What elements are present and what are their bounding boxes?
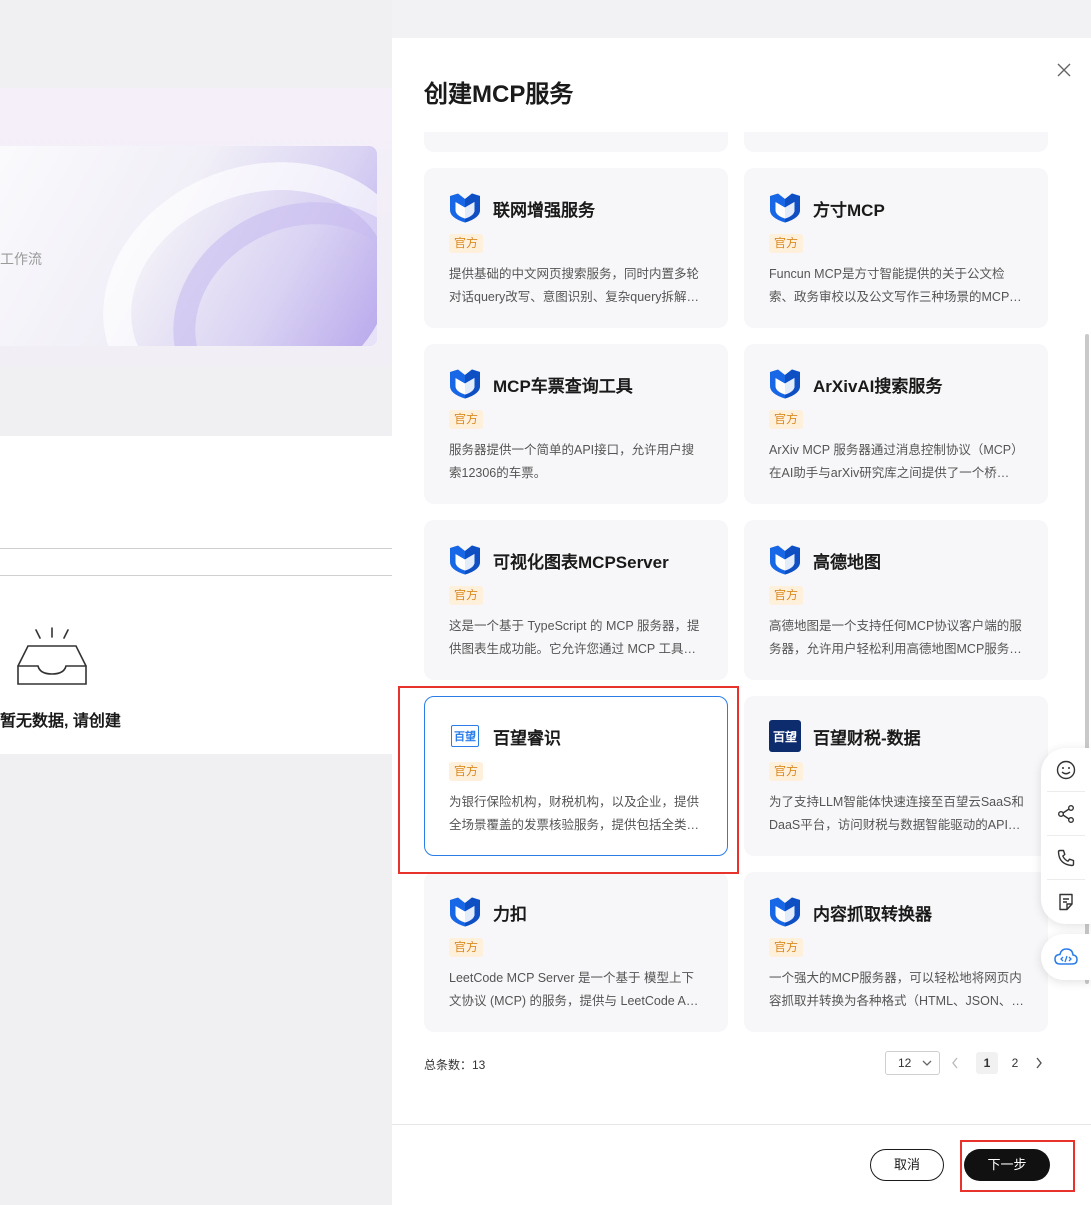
card-header: 高德地图 <box>769 544 1024 576</box>
close-icon[interactable] <box>1055 62 1073 80</box>
chevron-left-icon[interactable] <box>950 1052 960 1079</box>
card-title: 方寸MCP <box>813 200 885 220</box>
card-description: 高德地图是一个支持任何MCP协议客户端的服务器，允许用户轻松利用高德地图MCP服… <box>769 619 1022 656</box>
page-size-select[interactable]: 12 <box>885 1051 940 1075</box>
card-description: 这是一个基于 TypeScript 的 MCP 服务器，提供图表生成功能。它允许… <box>449 619 700 656</box>
official-tag: 官方 <box>769 410 804 429</box>
official-tag: 官方 <box>449 938 484 957</box>
mcp-service-card[interactable]: 方寸MCP 官方 Funcun MCP是方寸智能提供的关于公文检索、政务审校以及公文… <box>744 168 1048 328</box>
service-shield-icon <box>769 896 801 928</box>
chevron-right-icon[interactable] <box>1034 1052 1044 1079</box>
floating-toolbar <box>1041 748 1091 924</box>
mcp-service-card[interactable]: 高德地图 官方高德地图是一个支持任何MCP协议客户端的服务器，允许用户轻松利用高德… <box>744 520 1048 680</box>
card-header: 百望 百望睿识 <box>449 720 704 752</box>
card-description: 为银行保险机构，财税机构，以及企业，提供全场景覆盖的发票核验服务，提供包括全类型… <box>449 795 700 832</box>
card-title: 联网增强服务 <box>493 200 595 220</box>
mcp-service-card[interactable]: ArXivAI搜索服务 官方 ArXiv MCP 服务器通过消息控制协议（MCP）在… <box>744 344 1048 504</box>
total-count: 总条数：13 <box>424 1058 486 1072</box>
card-header: 百望 百望财税-数据 <box>769 720 1024 752</box>
banner-text: 工作流 <box>0 251 42 267</box>
mcp-service-card[interactable]: 百望 百望睿识 官方 为银行保险机构，财税机构，以及企业，提供全场景覆盖的发票核验服务… <box>424 696 728 856</box>
page-1-button[interactable]: 1 <box>976 1052 998 1074</box>
baiwang-logo-icon: 百望 <box>449 720 481 752</box>
card-header: ArXivAI搜索服务 <box>769 368 1024 400</box>
divider <box>0 575 392 576</box>
mcp-service-card[interactable]: 联网增强服务 官方提供基础的中文网页搜索服务，同时内置多轮对话query改写、意图… <box>424 168 728 328</box>
page-size-value: 12 <box>898 1056 912 1070</box>
card-description: 提供基础的中文网页搜索服务，同时内置多轮对话query改写、意图识别、复杂que… <box>449 267 700 304</box>
share-icon[interactable] <box>1047 792 1085 836</box>
drawer-footer: 取消 下一步 <box>392 1124 1091 1205</box>
official-tag: 官方 <box>449 586 484 605</box>
official-tag: 官方 <box>449 234 484 253</box>
card-description: LeetCode MCP Server 是一个基于 模型上下文协议 (MCP) … <box>449 971 698 1008</box>
next-step-button[interactable]: 下一步 <box>964 1149 1050 1181</box>
mcp-service-list: 联网增强服务 官方 提供基础的中文网页搜索服务，同时内置多轮对话query改写、意图… <box>424 132 1048 1032</box>
drawer-title: 创建MCP服务 <box>424 81 574 108</box>
card-title: 力扣 <box>493 904 527 924</box>
card-title: 百望睿识 <box>493 728 561 748</box>
card-title: 高德地图 <box>813 552 881 572</box>
card-description: Funcun MCP是方寸智能提供的关于公文检索、政务审校以及公文写作三种场景的… <box>769 267 1010 304</box>
smile-icon[interactable] <box>1047 748 1085 792</box>
card-header: 内容抓取转换器 <box>769 896 1024 928</box>
card-partial <box>424 132 728 152</box>
notes-icon[interactable] <box>1047 880 1085 924</box>
official-tag: 官方 <box>769 938 804 957</box>
cloud-code-icon[interactable] <box>1041 934 1091 980</box>
official-tag: 官方 <box>769 234 804 253</box>
mcp-service-card[interactable]: 可视化图表MCPServer 官方这是一个基于 TypeScript 的 MCP … <box>424 520 728 680</box>
official-tag: 官方 <box>769 762 804 781</box>
empty-inbox-icon <box>17 627 87 685</box>
card-partial <box>744 132 1048 152</box>
card-title: ArXivAI搜索服务 <box>813 376 943 396</box>
page-2-button[interactable]: 2 <box>1004 1052 1026 1074</box>
card-description: 一个强大的MCP服务器，可以轻松地将网页内容抓取并转换为各种格式（HTML、JS… <box>769 971 1022 1008</box>
official-tag: 官方 <box>449 762 484 781</box>
card-title: 可视化图表MCPServer <box>493 552 669 572</box>
mcp-service-card[interactable]: 百望 百望财税-数据 官方 为了支持LLM智能体快速连接至百望云SaaS和DaaS平台… <box>744 696 1048 856</box>
card-header: 力扣 <box>449 896 704 928</box>
official-tag: 官方 <box>769 586 804 605</box>
service-shield-icon <box>449 896 481 928</box>
mcp-service-card[interactable]: MCP车票查询工具 官方服务器提供一个简单的API接口，允许用户搜索12306的车… <box>424 344 728 504</box>
service-shield-icon <box>449 192 481 224</box>
card-description: ArXiv MCP 服务器通过消息控制协议（MCP）在AI助手与arXiv研究库… <box>769 443 1024 480</box>
card-title: 百望财税-数据 <box>813 728 921 748</box>
card-header: 可视化图表MCPServer <box>449 544 704 576</box>
card-title: 内容抓取转换器 <box>813 904 932 924</box>
service-shield-icon <box>769 368 801 400</box>
mcp-service-card[interactable]: 力扣 官方 LeetCode MCP Server 是一个基于 模型上下文协议 (M… <box>424 872 728 1032</box>
pagination: 总条数：13 12 1 2 <box>424 1051 1048 1077</box>
service-shield-icon <box>449 368 481 400</box>
card-header: MCP车票查询工具 <box>449 368 704 400</box>
baiwang-dark-logo-icon: 百望 <box>769 720 801 752</box>
create-mcp-drawer: 创建MCP服务 联网增强服务 官方 提供基础的中文网页搜索服务，同时内置多轮对话qu… <box>392 38 1091 1205</box>
cancel-button[interactable]: 取消 <box>870 1149 944 1181</box>
card-description: 服务器提供一个简单的API接口，允许用户搜索12306的车票。 <box>449 443 695 480</box>
empty-state-text: 暂无数据, 请创建 <box>0 713 121 730</box>
card-header: 方寸MCP <box>769 192 1024 224</box>
chevron-down-icon <box>922 1052 932 1081</box>
card-description: 为了支持LLM智能体快速连接至百望云SaaS和DaaS平台，访问财税与数据智能驱… <box>769 795 1024 832</box>
background-banner <box>0 146 377 346</box>
service-shield-icon <box>449 544 481 576</box>
official-tag: 官方 <box>449 410 484 429</box>
card-title: MCP车票查询工具 <box>493 376 633 396</box>
mcp-service-card[interactable]: 内容抓取转换器 官方一个强大的MCP服务器，可以轻松地将网页内容抓取并转换为各种格… <box>744 872 1048 1032</box>
card-header: 联网增强服务 <box>449 192 704 224</box>
divider <box>0 548 392 549</box>
service-shield-icon <box>769 192 801 224</box>
service-shield-icon <box>769 544 801 576</box>
phone-icon[interactable] <box>1047 836 1085 880</box>
background-page: 工作流 暂无数据, 请创建 <box>0 0 392 1205</box>
